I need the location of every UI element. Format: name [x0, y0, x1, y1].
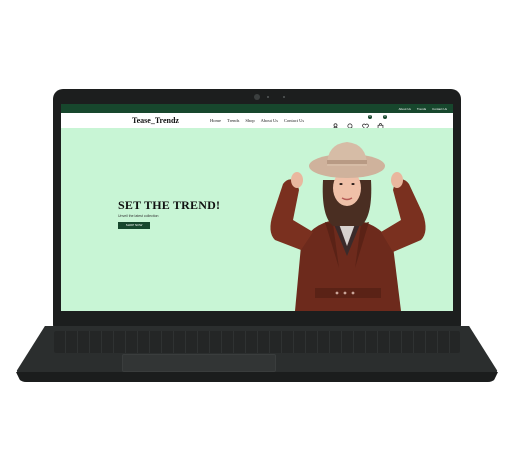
menu-item-shop[interactable]: Shop [245, 118, 254, 123]
heart-icon[interactable]: 0 [362, 115, 372, 130]
nav-icons: 0 0 [332, 115, 387, 130]
hero-title: SET THE TREND! [118, 198, 221, 212]
wishlist-count-badge: 0 [368, 115, 372, 119]
hero-model-image [270, 142, 426, 311]
hero-banner: SET THE TREND! Unveil the latest collect… [61, 128, 453, 311]
brand-logo[interactable]: Tease_Trendz [132, 116, 179, 125]
menu-item-contact[interactable]: Contact Us [284, 118, 304, 123]
hero-subtitle: Unveil the latest collection [118, 214, 159, 218]
laptop-base-edge [16, 372, 498, 382]
laptop-screen: About Us Trends Contact Us Tease_Trendz … [61, 104, 453, 311]
user-icon[interactable] [332, 117, 339, 130]
top-link-about[interactable]: About Us [399, 107, 411, 111]
webcam-icon [254, 94, 260, 100]
menu-item-trends[interactable]: Trends [227, 118, 239, 123]
main-menu: Home Trends Shop About Us Contact Us [210, 118, 304, 123]
menu-item-home[interactable]: Home [210, 118, 221, 123]
cart-count-badge: 0 [383, 115, 387, 119]
search-icon[interactable] [347, 117, 354, 130]
top-link-trends[interactable]: Trends [417, 107, 426, 111]
camera-sensor-dot [283, 96, 285, 98]
touchpad [122, 354, 276, 372]
keyboard [54, 331, 460, 353]
top-link-contact[interactable]: Contact Us [432, 107, 447, 111]
shop-now-button[interactable]: SHOP NOW [118, 222, 150, 229]
top-links: About Us Trends Contact Us [399, 104, 447, 113]
menu-item-about[interactable]: About Us [261, 118, 278, 123]
camera-indicator-dot [267, 96, 269, 98]
top-bar: About Us Trends Contact Us [61, 104, 453, 113]
bag-icon[interactable]: 0 [377, 115, 387, 130]
navbar: Tease_Trendz Home Trends Shop About Us C… [61, 113, 453, 130]
